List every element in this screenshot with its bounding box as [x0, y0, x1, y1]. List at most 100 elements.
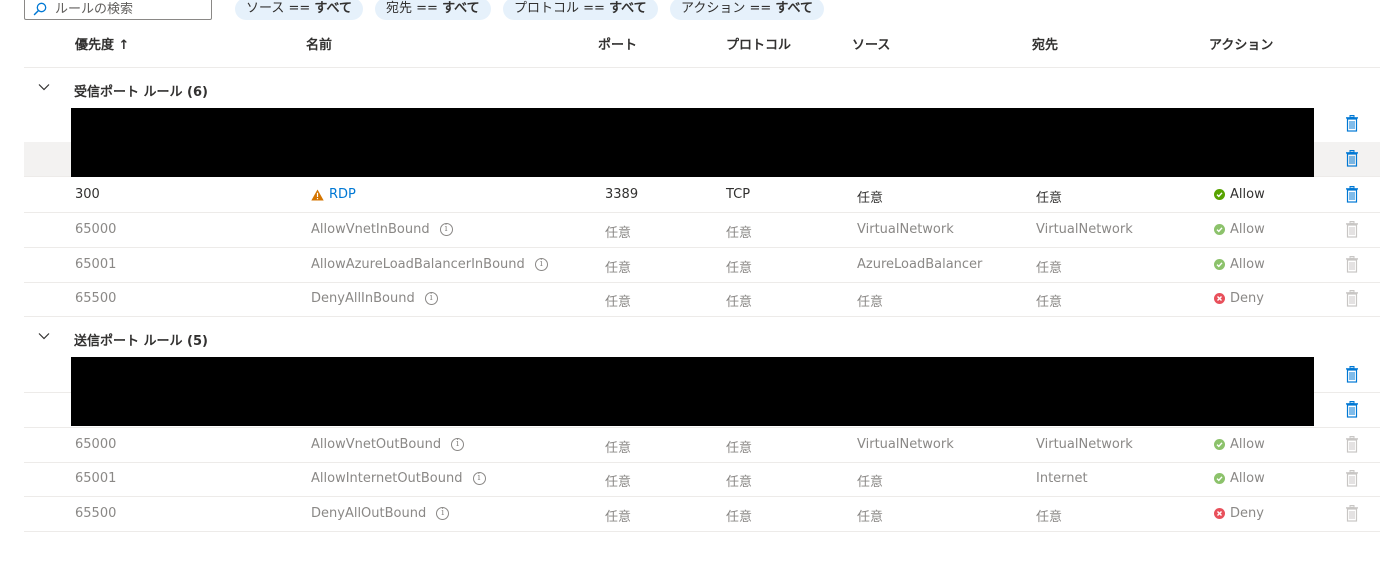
warning-icon [311, 189, 324, 200]
rule-name: AllowInternetOutBound [311, 471, 463, 486]
delete-icon[interactable] [1345, 186, 1359, 203]
rule-source: 任意 [857, 191, 884, 206]
rule-name: AllowVnetInBound [311, 222, 430, 237]
rule-name-link[interactable]: RDP [311, 187, 356, 202]
rule-name-cell: AllowVnetInBound i [311, 222, 453, 237]
filter-protocol-value: すべて [609, 1, 647, 16]
delete-icon[interactable] [1345, 150, 1359, 167]
rule-action-label: Allow [1230, 222, 1265, 237]
table-row[interactable]: 65001 AllowInternetOutBound i 任意 任意 任意 I… [24, 462, 1380, 497]
rule-port: 任意 [605, 510, 632, 525]
column-header-protocol[interactable]: プロトコル [726, 34, 791, 53]
chevron-down-icon[interactable] [38, 332, 50, 340]
rule-destination: 任意 [1036, 261, 1063, 276]
rule-action: Allow [1214, 222, 1265, 237]
rule-priority: 300 [75, 187, 100, 202]
rule-protocol: 任意 [726, 295, 753, 310]
delete-icon-disabled [1346, 221, 1358, 238]
rule-name-cell: DenyAllOutBound i [311, 506, 450, 521]
rule-action: Allow [1214, 437, 1265, 452]
rule-source: VirtualNetwork [857, 222, 954, 237]
rule-source: VirtualNetwork [857, 437, 954, 452]
info-icon[interactable]: i [439, 223, 453, 236]
rule-name-cell: AllowVnetOutBound i [311, 437, 465, 452]
table-row[interactable]: 65000 AllowVnetOutBound i 任意 任意 VirtualN… [24, 428, 1380, 463]
rule-priority: 65500 [75, 291, 117, 306]
rule-action-label: Allow [1230, 437, 1265, 452]
rule-action-label: Allow [1230, 187, 1265, 202]
filter-action[interactable]: アクション == すべて [670, 0, 824, 20]
rule-port: 任意 [605, 226, 632, 241]
info-icon[interactable]: i [472, 472, 486, 485]
search-input[interactable] [55, 1, 195, 17]
filter-destination-key: 宛先 == [386, 1, 438, 16]
filter-protocol[interactable]: プロトコル == すべて [503, 0, 658, 20]
rule-destination: VirtualNetwork [1036, 437, 1133, 452]
rule-action: Allow [1214, 187, 1265, 202]
rule-priority: 65000 [75, 437, 117, 452]
rule-name-cell: DenyAllInBound i [311, 291, 438, 306]
rule-name-cell: AllowInternetOutBound i [311, 471, 486, 486]
table-row[interactable]: 65000 AllowVnetInBound i 任意 任意 VirtualNe… [24, 213, 1380, 248]
table-row[interactable]: 65500 DenyAllInBound i 任意 任意 任意 任意 Deny [24, 282, 1380, 317]
delete-icon-disabled [1346, 470, 1358, 487]
rule-protocol: 任意 [726, 510, 753, 525]
rule-name: AllowVnetOutBound [311, 437, 442, 452]
search-box[interactable] [24, 0, 212, 20]
delete-icon-disabled [1346, 256, 1358, 273]
info-icon[interactable]: i [436, 507, 450, 520]
rule-name: DenyAllOutBound [311, 506, 427, 521]
rule-action: Allow [1214, 257, 1265, 272]
filter-source-key: ソース == [246, 1, 311, 16]
rule-action: Deny [1214, 506, 1264, 521]
column-header-source[interactable]: ソース [852, 34, 890, 53]
column-header-action[interactable]: アクション [1209, 34, 1273, 53]
redacted-block [71, 108, 1314, 177]
rule-priority: 65001 [75, 471, 117, 486]
filter-destination-value: すべて [442, 1, 480, 16]
column-header-destination[interactable]: 宛先 [1032, 34, 1058, 53]
rule-name: AllowAzureLoadBalancerInBound [311, 257, 525, 272]
info-icon[interactable]: i [424, 292, 438, 305]
deny-x-icon [1214, 508, 1225, 519]
table-row[interactable]: 300 RDP 3389 TCP 任意 任意 Allow [24, 178, 1380, 213]
table-header: 優先度 ↑ 名前 ポート プロトコル ソース 宛先 アクション [24, 32, 1380, 68]
filter-action-value: すべて [775, 1, 813, 16]
inbound-group-label: 受信ポート ルール (6) [74, 85, 208, 100]
rule-source: 任意 [857, 295, 884, 310]
rule-action-label: Deny [1230, 291, 1264, 306]
delete-icon-disabled [1346, 505, 1358, 522]
delete-icon[interactable] [1345, 115, 1359, 132]
column-header-name[interactable]: 名前 [306, 34, 332, 53]
delete-icon[interactable] [1345, 366, 1359, 383]
rule-port: 任意 [605, 441, 632, 456]
rule-priority: 65000 [75, 222, 117, 237]
rule-protocol: 任意 [726, 261, 753, 276]
chevron-down-icon[interactable] [38, 83, 50, 91]
rule-priority: 65001 [75, 257, 117, 272]
table-row[interactable]: 65001 AllowAzureLoadBalancerInBound i 任意… [24, 248, 1380, 283]
rule-action-label: Allow [1230, 257, 1265, 272]
info-icon[interactable]: i [534, 258, 548, 271]
rule-destination: 任意 [1036, 510, 1063, 525]
allow-check-icon [1214, 259, 1225, 270]
rule-protocol: 任意 [726, 475, 753, 490]
column-header-port[interactable]: ポート [598, 34, 637, 53]
rule-port: 任意 [605, 475, 632, 490]
rule-port: 3389 [605, 187, 639, 202]
column-header-priority[interactable]: 優先度 ↑ [75, 34, 129, 53]
outbound-group-header[interactable]: 送信ポート ルール (5) [24, 320, 1380, 356]
rule-source: 任意 [857, 510, 884, 525]
filter-source-value: すべて [314, 1, 352, 16]
table-row[interactable]: 65500 DenyAllOutBound i 任意 任意 任意 任意 Deny [24, 497, 1380, 532]
inbound-group-header[interactable]: 受信ポート ルール (6) [24, 71, 1380, 107]
rule-action-label: Deny [1230, 506, 1264, 521]
filter-action-key: アクション == [681, 1, 772, 16]
delete-icon[interactable] [1345, 401, 1359, 418]
rule-action: Allow [1214, 471, 1265, 486]
rule-name: DenyAllInBound [311, 291, 415, 306]
filter-source[interactable]: ソース == すべて [235, 0, 363, 20]
rule-port: 任意 [605, 261, 632, 276]
info-icon[interactable]: i [451, 438, 465, 451]
filter-destination[interactable]: 宛先 == すべて [375, 0, 491, 20]
